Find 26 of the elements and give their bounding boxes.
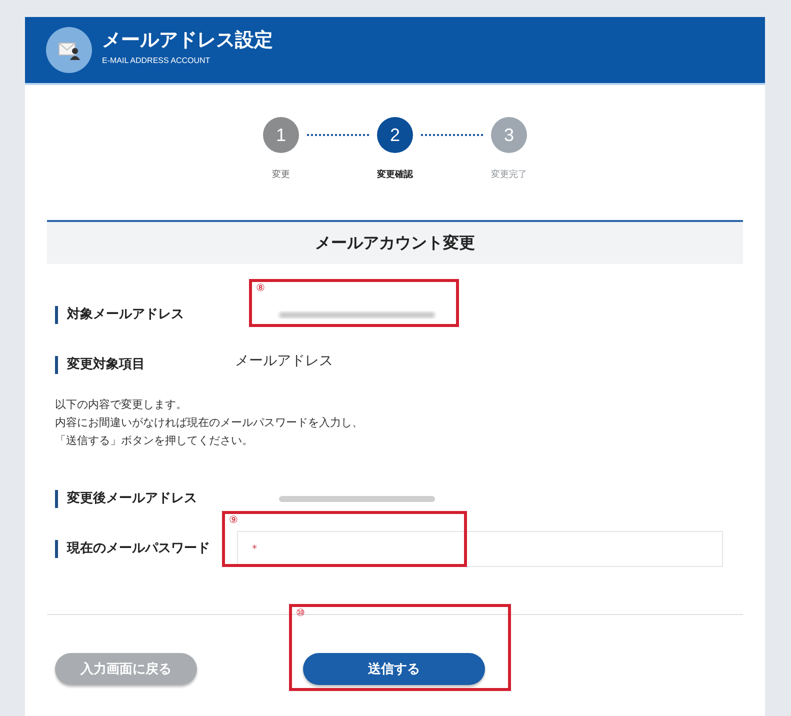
annotation-number: ⑧ bbox=[256, 283, 265, 294]
mail-user-icon bbox=[46, 27, 92, 73]
annotation-number: ⑩ bbox=[296, 608, 305, 619]
instruction-text: 「送信する」ボタンを押してください。 bbox=[55, 433, 254, 449]
password-field[interactable]: * bbox=[237, 531, 723, 567]
submit-button[interactable]: 送信する bbox=[303, 653, 485, 685]
field-label: 対象メールアドレス bbox=[55, 306, 227, 324]
step-number: 1 bbox=[263, 117, 299, 153]
step-connector bbox=[421, 134, 483, 136]
field-label: 現在のメールパスワード bbox=[55, 540, 227, 558]
field-label: 変更対象項目 bbox=[55, 356, 227, 374]
step-number: 3 bbox=[491, 117, 527, 153]
instruction-text: 内容にお間違いがなければ現在のメールパスワードを入力し、 bbox=[55, 415, 364, 431]
step-label: 変更完了 bbox=[491, 168, 527, 181]
required-mark: * bbox=[252, 544, 257, 554]
step-connector bbox=[307, 134, 369, 136]
page-subtitle: E-MAIL ADDRESS ACCOUNT bbox=[102, 56, 212, 65]
step-number: 2 bbox=[377, 117, 413, 153]
step-label: 変更確認 bbox=[377, 168, 413, 181]
instruction-text: 以下の内容で変更します。 bbox=[55, 397, 188, 413]
field-value: メールアドレス bbox=[235, 352, 333, 370]
field-label: 変更後メールアドレス bbox=[55, 490, 227, 508]
page-title: メールアドレス設定 bbox=[102, 28, 273, 53]
section-title: メールアカウント変更 bbox=[47, 220, 743, 264]
annotation-number: ⑨ bbox=[229, 515, 238, 526]
step-label: 変更 bbox=[272, 168, 290, 181]
